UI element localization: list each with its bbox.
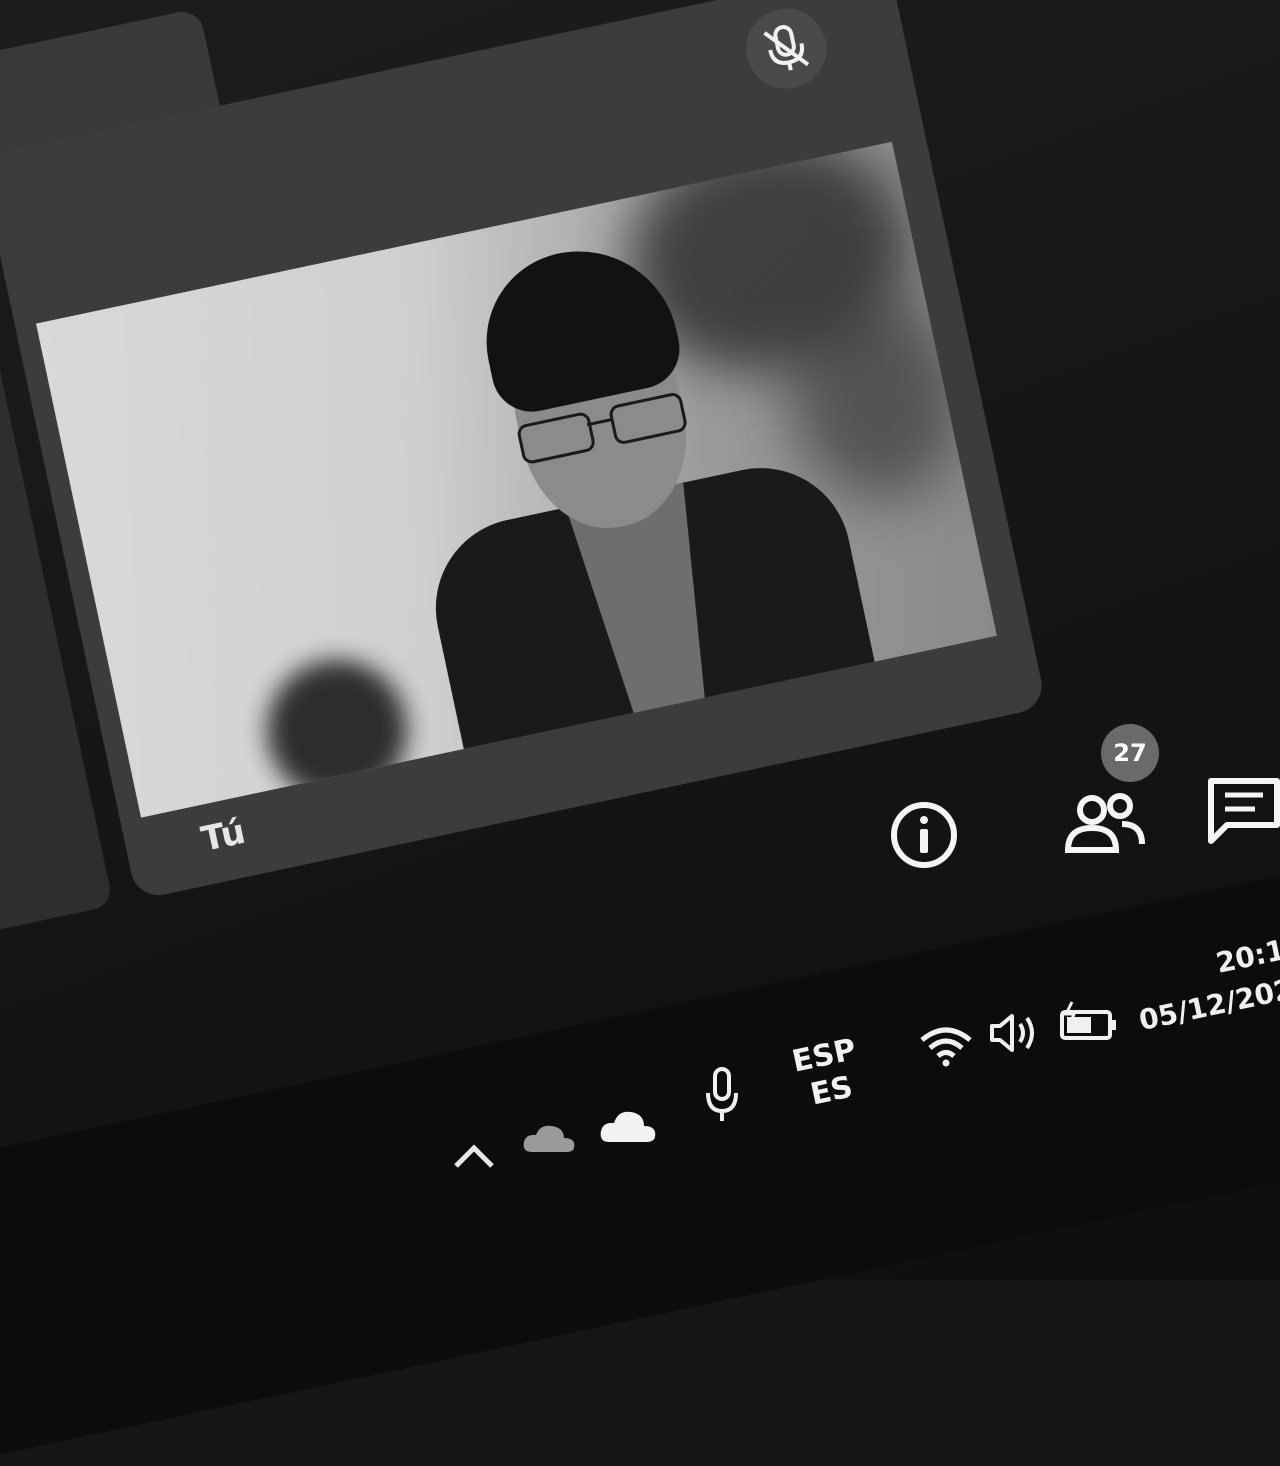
- chevron-up-icon[interactable]: [452, 1140, 496, 1170]
- info-icon[interactable]: [889, 800, 959, 870]
- battery-icon[interactable]: [1058, 1000, 1122, 1042]
- cloud-icon[interactable]: [597, 1104, 659, 1146]
- people-icon[interactable]: [1062, 790, 1148, 856]
- microphone-icon[interactable]: [704, 1067, 740, 1125]
- participants-count-badge: 27: [1101, 724, 1159, 782]
- cloud-icon[interactable]: [520, 1118, 578, 1156]
- volume-icon[interactable]: [988, 1010, 1040, 1056]
- screen: Tú 27 ESP ES 20:12 05/12/2022: [0, 0, 1280, 1466]
- wifi-icon[interactable]: [918, 1022, 974, 1068]
- chat-icon[interactable]: [1205, 775, 1280, 847]
